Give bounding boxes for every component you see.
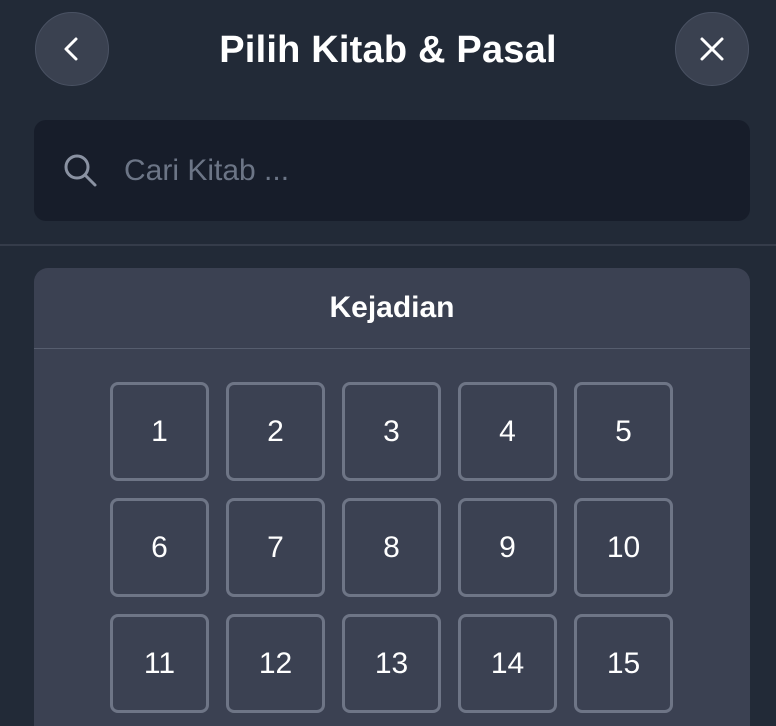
close-icon bbox=[700, 37, 724, 61]
chapter-button[interactable]: 15 bbox=[574, 614, 673, 713]
chapter-picker-screen: Pilih Kitab & Pasal Kejadian 12345678910… bbox=[0, 0, 776, 726]
chapter-button[interactable]: 8 bbox=[342, 498, 441, 597]
book-name[interactable]: Kejadian bbox=[34, 288, 750, 328]
chapter-button[interactable]: 7 bbox=[226, 498, 325, 597]
card-divider bbox=[34, 348, 750, 349]
chapter-button[interactable]: 5 bbox=[574, 382, 673, 481]
chapter-button[interactable]: 10 bbox=[574, 498, 673, 597]
search-icon bbox=[64, 154, 97, 187]
chapter-button[interactable]: 3 bbox=[342, 382, 441, 481]
chapter-button[interactable]: 4 bbox=[458, 382, 557, 481]
chapter-button[interactable]: 1 bbox=[110, 382, 209, 481]
chapter-button[interactable]: 9 bbox=[458, 498, 557, 597]
book-card: Kejadian 1 2 3 4 5 6 7 8 9 10 11 12 13 14 15 bbox=[34, 268, 750, 726]
chapter-button[interactable]: 6 bbox=[110, 498, 209, 597]
chapter-button[interactable]: 2 bbox=[226, 382, 325, 481]
close-button[interactable] bbox=[675, 12, 749, 86]
search-input[interactable] bbox=[124, 140, 724, 202]
chapter-button[interactable]: 11 bbox=[110, 614, 209, 713]
header: Pilih Kitab & Pasal bbox=[0, 0, 776, 100]
divider bbox=[0, 244, 776, 246]
page-title: Pilih Kitab & Pasal bbox=[219, 29, 557, 71]
chapter-button[interactable]: 12 bbox=[226, 614, 325, 713]
chapter-button[interactable]: 13 bbox=[342, 614, 441, 713]
chapter-button[interactable]: 14 bbox=[458, 614, 557, 713]
